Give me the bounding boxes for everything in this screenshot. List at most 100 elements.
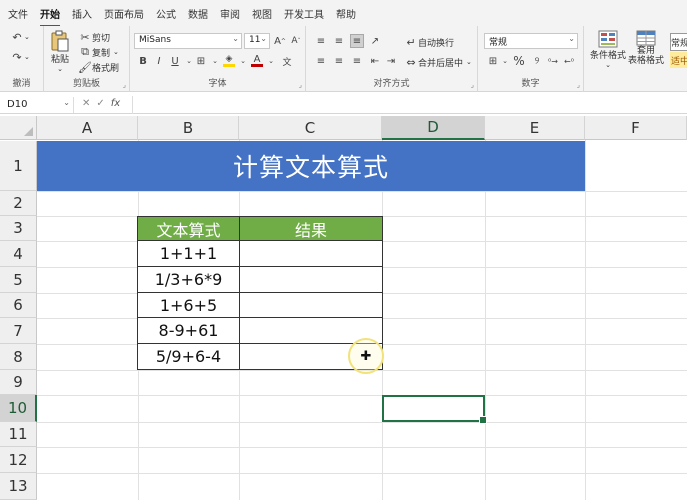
orientation-icon[interactable]: ↗: [368, 34, 382, 48]
bold-button[interactable]: B: [136, 54, 150, 68]
sheet-title-cell[interactable]: 计算文本算式: [37, 141, 585, 191]
expression-cell[interactable]: 5/9+6-4: [137, 343, 240, 370]
spreadsheet-grid: A B C D E F 1 2 3 4 5 6 7 8 9 10 11 12 1…: [0, 116, 687, 500]
header-cell-result[interactable]: 结果: [239, 216, 383, 241]
column-header-f[interactable]: F: [585, 116, 687, 140]
fill-color-button[interactable]: ◈: [222, 54, 236, 68]
row-header-4[interactable]: 4: [0, 241, 37, 267]
paste-button[interactable]: 粘贴 ⌄: [50, 30, 70, 73]
row-header-9[interactable]: 9: [0, 370, 37, 395]
align-right-icon[interactable]: ≡: [350, 54, 364, 68]
expression-cell[interactable]: 8-9+61: [137, 317, 240, 344]
increase-decimal-icon[interactable]: ⁰→: [546, 54, 560, 68]
row-header-5[interactable]: 5: [0, 267, 37, 293]
menu-help[interactable]: 帮助: [336, 6, 356, 21]
row-header-3[interactable]: 3: [0, 216, 37, 241]
menu-page-layout[interactable]: 页面布局: [104, 6, 144, 21]
formula-input[interactable]: [132, 96, 687, 114]
clipboard-launcher-icon[interactable]: ⌟: [123, 81, 126, 89]
formula-icons: ✕ ✓ fx: [82, 98, 120, 109]
column-header-c[interactable]: C: [239, 116, 382, 140]
alignment-launcher-icon[interactable]: ⌟: [471, 81, 474, 89]
ribbon: ↶ ⌄ ↷ ⌄ 撤消 粘贴 ⌄ ✂ 剪切 ⧉ 复制 ⌄ 🖌 格式刷 剪贴板 ⌟ MiSans…: [0, 26, 687, 92]
expression-cell[interactable]: 1/3+6*9: [137, 266, 240, 293]
merge-center-button[interactable]: ⇔ 合并后居中 ⌄: [404, 55, 472, 69]
borders-icon[interactable]: ⊞: [194, 54, 208, 68]
align-center-icon[interactable]: ≡: [332, 54, 346, 68]
column-header-d[interactable]: D: [382, 116, 485, 140]
align-top-icon[interactable]: ≡: [314, 34, 328, 48]
column-header-e[interactable]: E: [485, 116, 585, 140]
header-cell-expression[interactable]: 文本算式: [137, 216, 240, 241]
menu-view[interactable]: 视图: [252, 6, 272, 21]
insert-function-button[interactable]: fx: [111, 98, 120, 109]
font-color-dropdown-icon[interactable]: ⌄: [264, 54, 278, 68]
italic-button[interactable]: I: [152, 54, 166, 68]
wrap-text-button[interactable]: ↵ 自动换行: [404, 35, 454, 49]
comma-style-icon[interactable]: ୨: [530, 54, 544, 68]
name-box-value: D10: [7, 99, 28, 110]
gridline: [37, 422, 687, 423]
row-header-13[interactable]: 13: [0, 473, 37, 500]
font-launcher-icon[interactable]: ⌟: [299, 81, 302, 89]
format-as-table-button[interactable]: 套用 表格格式: [626, 30, 666, 66]
indent-increase-icon[interactable]: ⇥: [384, 54, 398, 68]
fill-color-dropdown-icon[interactable]: ⌄: [236, 54, 250, 68]
result-cell[interactable]: [239, 240, 383, 267]
borders-dropdown-icon[interactable]: ⌄: [208, 54, 222, 68]
row-header-2[interactable]: 2: [0, 191, 37, 216]
undo-button[interactable]: ↶ ⌄: [10, 30, 29, 44]
expression-cell[interactable]: 1+1+1: [137, 240, 240, 267]
number-format-combo[interactable]: 常规 ⌄: [484, 33, 578, 49]
menu-insert[interactable]: 插入: [72, 6, 92, 21]
cut-button[interactable]: ✂ 剪切: [78, 30, 110, 44]
gridline: [37, 191, 687, 192]
confirm-icon[interactable]: ✓: [96, 98, 104, 109]
font-color-button[interactable]: A: [250, 54, 264, 68]
menu-review[interactable]: 审阅: [220, 6, 240, 21]
redo-button[interactable]: ↷ ⌄: [10, 50, 29, 64]
conditional-format-button[interactable]: 条件格式 ⌄: [588, 30, 628, 69]
phonetic-icon[interactable]: 文: [280, 54, 294, 68]
row-header-10[interactable]: 10: [0, 395, 37, 422]
row-header-7[interactable]: 7: [0, 318, 37, 344]
copy-button[interactable]: ⧉ 复制 ⌄: [78, 45, 119, 59]
cell-style-neutral[interactable]: 适中: [670, 52, 687, 68]
number-launcher-icon[interactable]: ⌟: [577, 81, 580, 89]
row-header-8[interactable]: 8: [0, 344, 37, 370]
name-box[interactable]: D10 ⌄: [4, 97, 74, 113]
font-name-combo[interactable]: MiSans ⌄: [134, 33, 242, 49]
align-bottom-icon[interactable]: ≡: [350, 34, 364, 48]
row-header-12[interactable]: 12: [0, 447, 37, 473]
result-cell[interactable]: [239, 266, 383, 293]
active-cell-selection[interactable]: [382, 395, 487, 424]
underline-button[interactable]: U: [168, 54, 182, 68]
alignment-group-label: 对齐方式: [373, 79, 410, 89]
font-size-combo[interactable]: 11 ⌄: [244, 33, 270, 49]
row-header-6[interactable]: 6: [0, 293, 37, 318]
align-middle-icon[interactable]: ≡: [332, 34, 346, 48]
row-header-1[interactable]: 1: [0, 141, 37, 191]
percent-button[interactable]: %: [512, 54, 526, 68]
align-left-icon[interactable]: ≡: [314, 54, 328, 68]
row-header-11[interactable]: 11: [0, 422, 37, 447]
menu-file[interactable]: 文件: [8, 6, 28, 21]
indent-decrease-icon[interactable]: ⇤: [368, 54, 382, 68]
menu-home[interactable]: 开始: [40, 6, 60, 27]
result-cell[interactable]: [239, 292, 383, 318]
decrease-decimal-icon[interactable]: ←⁰: [562, 54, 576, 68]
column-header-a[interactable]: A: [37, 116, 138, 140]
increase-font-icon[interactable]: A ^: [273, 34, 287, 48]
format-painter-button[interactable]: 🖌 格式刷: [78, 60, 119, 74]
expression-cell[interactable]: 1+6+5: [137, 292, 240, 318]
column-header-b[interactable]: B: [138, 116, 239, 140]
menu-formulas[interactable]: 公式: [156, 6, 176, 21]
decrease-font-icon[interactable]: Aˇ: [289, 34, 303, 48]
cut-label: 剪切: [92, 33, 111, 44]
select-all-corner[interactable]: [0, 116, 37, 140]
cancel-icon[interactable]: ✕: [82, 98, 90, 109]
menu-data[interactable]: 数据: [188, 6, 208, 21]
currency-dropdown-icon[interactable]: ⌄: [498, 54, 512, 68]
menu-developer[interactable]: 开发工具: [284, 6, 324, 21]
cell-style-normal[interactable]: 常规: [670, 33, 687, 51]
